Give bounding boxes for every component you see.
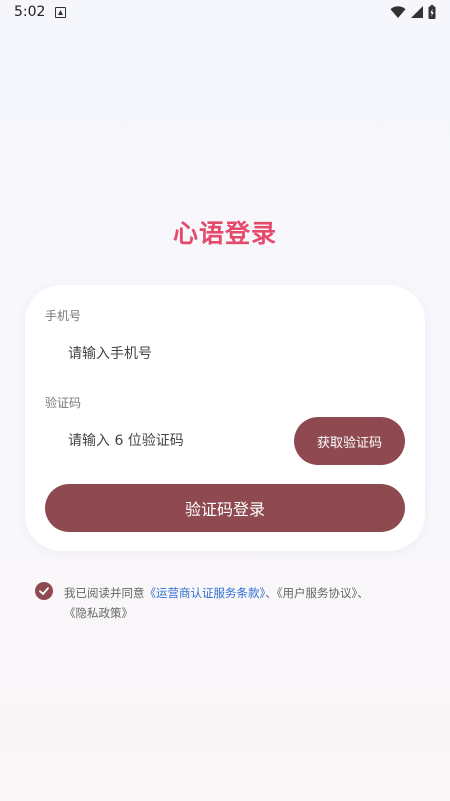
phone-input[interactable] [68, 343, 388, 365]
agreement-text: 我已阅读并同意《运营商认证服务条款》、《用户服务协议》、《隐私政策》 [64, 583, 430, 623]
status-bar: 5:02 [0, 0, 450, 26]
agreement-separator: 、 [357, 586, 369, 600]
get-code-button[interactable]: 获取验证码 [294, 417, 405, 465]
system-icons [390, 5, 436, 19]
code-login-button[interactable]: 验证码登录 [45, 484, 405, 532]
page-title: 心语登录 [172, 219, 277, 248]
login-card: 手机号 验证码 获取验证码 验证码登录 [25, 285, 425, 551]
wifi-icon [390, 6, 406, 18]
notification-icon [55, 7, 66, 18]
privacy-policy-link[interactable]: 《隐私政策》 [64, 606, 133, 620]
agreement-prefix: 我已阅读并同意 [64, 586, 145, 600]
signal-icon [411, 6, 423, 18]
operator-terms-link[interactable]: 《运营商认证服务条款》 [145, 586, 266, 600]
phone-label: 手机号 [45, 309, 82, 323]
status-time: 5:02 [14, 4, 46, 20]
code-input[interactable] [68, 430, 283, 452]
agreement-separator: 、 [265, 586, 277, 600]
check-icon [39, 587, 49, 595]
agreement-checkbox[interactable] [35, 582, 53, 600]
user-agreement-link[interactable]: 《用户服务协议》 [277, 586, 358, 600]
battery-icon [428, 5, 436, 19]
code-label: 验证码 [45, 396, 82, 410]
